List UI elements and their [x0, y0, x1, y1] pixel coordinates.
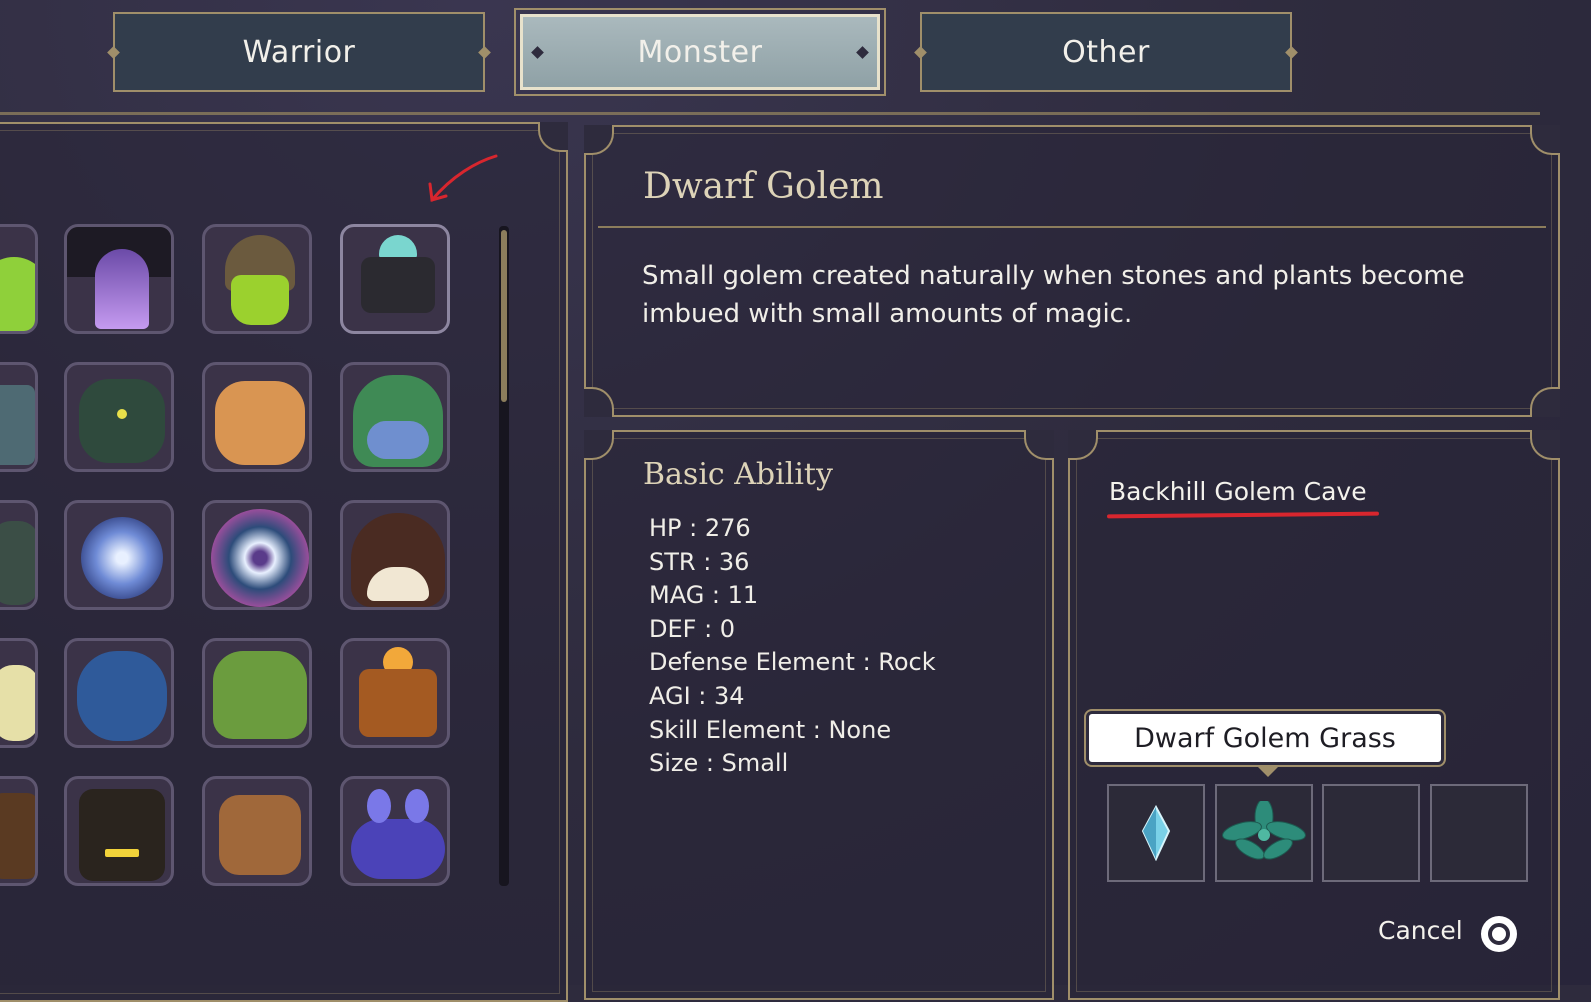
monster-cell-totem-partial[interactable] [0, 776, 38, 886]
monster-cell-pink-flower[interactable] [202, 500, 312, 610]
title-divider [598, 226, 1546, 228]
drop-slot-3[interactable] [1322, 784, 1420, 882]
monster-cell-blue-flower[interactable] [64, 500, 174, 610]
monster-cell-hooded-monster-partial[interactable] [0, 500, 38, 610]
monster-cell-blue-rock-creature[interactable] [64, 638, 174, 748]
drop-slot-4[interactable] [1430, 784, 1528, 882]
monster-cell-brown-bird[interactable] [340, 500, 450, 610]
monster-cell-green-slime[interactable] [0, 224, 38, 334]
cancel-label[interactable]: Cancel [1378, 916, 1463, 945]
stat-mag: MAG : 11 [649, 581, 759, 610]
monster-cell-grass-creature[interactable] [202, 638, 312, 748]
location-name: Backhill Golem Cave [1109, 477, 1367, 506]
stat-hp: HP : 276 [649, 514, 751, 542]
monster-cell-stone-golem-partial[interactable] [0, 362, 38, 472]
monster-cell-stone-plant-golem[interactable] [340, 224, 450, 334]
drop-slot-2[interactable] [1215, 784, 1313, 882]
tab-warrior[interactable]: Warrior [107, 12, 491, 92]
tab-label: Other [1062, 34, 1150, 70]
monster-cell-helmet-slime[interactable] [202, 224, 312, 334]
monster-cell-leaf-fairy-partial[interactable] [0, 638, 38, 748]
stat-defense-element: Defense Element : Rock [649, 648, 936, 677]
monster-cell-fire-block-golem[interactable] [340, 638, 450, 748]
crystal-icon [1141, 805, 1171, 861]
monster-cell-purple-crab[interactable] [340, 776, 450, 886]
stat-size: Size : Small [649, 749, 789, 778]
monster-cell-frog-monster[interactable] [340, 362, 450, 472]
monster-cell-pig-beast[interactable] [202, 362, 312, 472]
tab-label: Monster [637, 34, 763, 70]
tab-label: Warrior [242, 34, 356, 70]
drop-label-pointer [1256, 765, 1280, 777]
circle-button-icon[interactable] [1481, 916, 1517, 952]
tab-divider [0, 112, 1540, 115]
monster-cell-bronze-cannon[interactable] [202, 776, 312, 886]
monster-cell-dark-totem[interactable] [64, 776, 174, 886]
stat-def: DEF : 0 [649, 614, 736, 643]
stat-str: STR : 36 [649, 547, 750, 576]
monster-description: Small golem created naturally when stone… [642, 261, 1465, 329]
stat-agi: AGI : 34 [649, 681, 745, 710]
leaf-icon [1222, 801, 1306, 860]
tab-monster[interactable]: Monster [514, 8, 886, 96]
stats-list: HP : 276 STR : 36 MAG : 11 DEF : 0 Defen… [649, 512, 936, 781]
monster-cell-purple-ghost[interactable] [64, 224, 174, 334]
monster-cell-mossy-stone-beast[interactable] [64, 362, 174, 472]
annotation-arrow [428, 154, 498, 202]
basic-ability-heading: Basic Ability [643, 457, 833, 492]
grid-scroll-thumb[interactable] [501, 230, 507, 402]
stat-skill-element: Skill Element : None [649, 715, 892, 744]
drop-slot-1[interactable] [1107, 784, 1205, 882]
monster-name: Dwarf Golem [643, 166, 884, 207]
tab-other[interactable]: Other [914, 12, 1298, 92]
drop-item-label: Dwarf Golem Grass [1084, 709, 1446, 767]
